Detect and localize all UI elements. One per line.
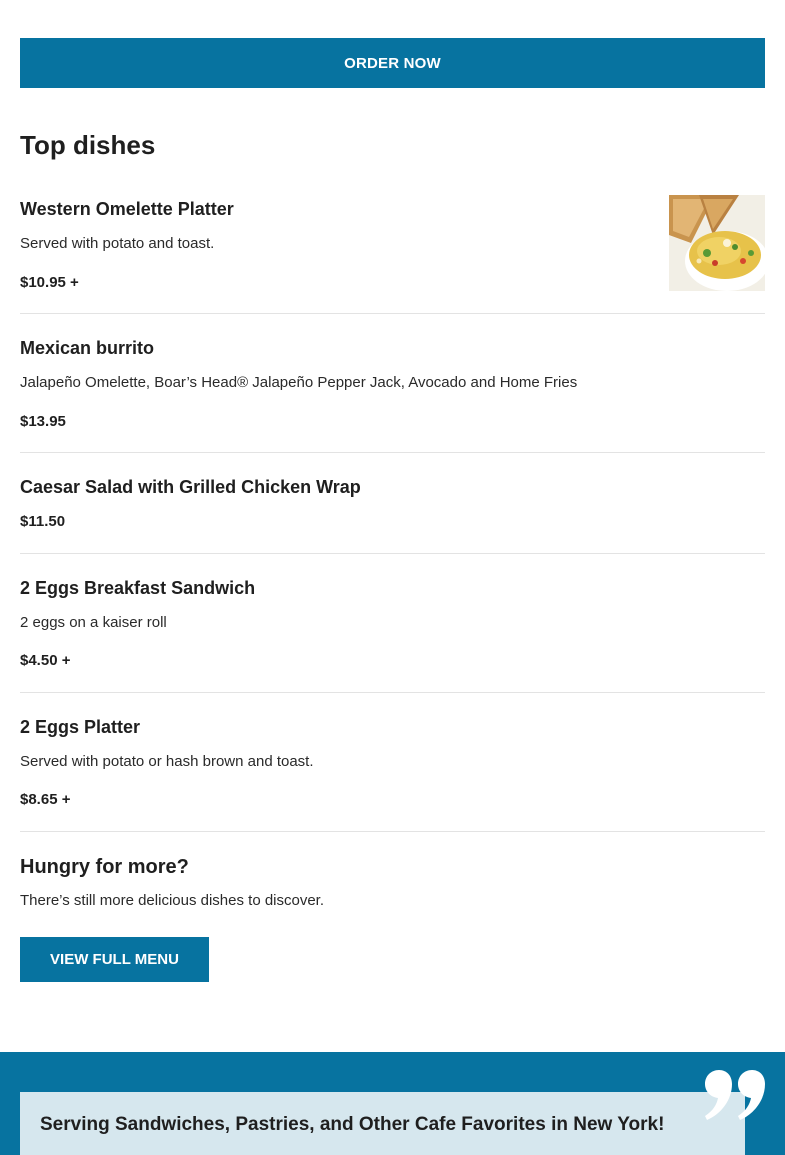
dish-price: $10.95 + (20, 274, 79, 291)
testimonial-card: Serving Sandwiches, Pastries, and Other … (20, 1092, 745, 1155)
dish-name: Western Omelette Platter (20, 199, 234, 219)
section-title-top-dishes: Top dishes (20, 130, 156, 160)
dish-name: Mexican burrito (20, 338, 155, 358)
order-now-button[interactable]: ORDER NOW (20, 38, 765, 88)
testimonial-heading: Serving Sandwiches, Pastries, and Other … (40, 1114, 665, 1135)
dish-item[interactable]: Western Omelette Platter Served with pot… (20, 195, 765, 314)
dish-description: Served with potato or hash brown and toa… (20, 753, 314, 770)
dish-price: $8.65 + (20, 791, 71, 808)
hungry-for-more-heading: Hungry for more? (20, 856, 189, 878)
testimonial-section: Serving Sandwiches, Pastries, and Other … (0, 1052, 785, 1155)
dish-description: Jalapeño Omelette, Boar’s Head® Jalapeño… (20, 374, 578, 391)
dish-name: Caesar Salad with Grilled Chicken Wrap (20, 477, 361, 497)
dish-item[interactable]: Mexican burrito Jalapeño Omelette, Boar’… (20, 334, 765, 453)
dish-price: $4.50 + (20, 652, 71, 669)
dish-item[interactable]: 2 Eggs Platter Served with potato or has… (20, 713, 765, 832)
dish-name: 2 Eggs Platter (20, 717, 141, 737)
dish-item[interactable]: Caesar Salad with Grilled Chicken Wrap $… (20, 473, 765, 554)
view-full-menu-button[interactable]: VIEW FULL MENU (20, 937, 209, 982)
dish-description: 2 eggs on a kaiser roll (20, 614, 167, 631)
dish-price: $11.50 (20, 513, 66, 530)
quote-icon (705, 1070, 765, 1120)
dish-name: 2 Eggs Breakfast Sandwich (20, 578, 256, 598)
dish-item[interactable]: 2 Eggs Breakfast Sandwich 2 eggs on a ka… (20, 574, 765, 693)
hungry-for-more-text: There’s still more delicious dishes to d… (20, 892, 325, 909)
dish-description: Served with potato and toast. (20, 235, 215, 252)
dish-price: $13.95 (20, 413, 66, 430)
dish-image[interactable] (669, 195, 765, 291)
